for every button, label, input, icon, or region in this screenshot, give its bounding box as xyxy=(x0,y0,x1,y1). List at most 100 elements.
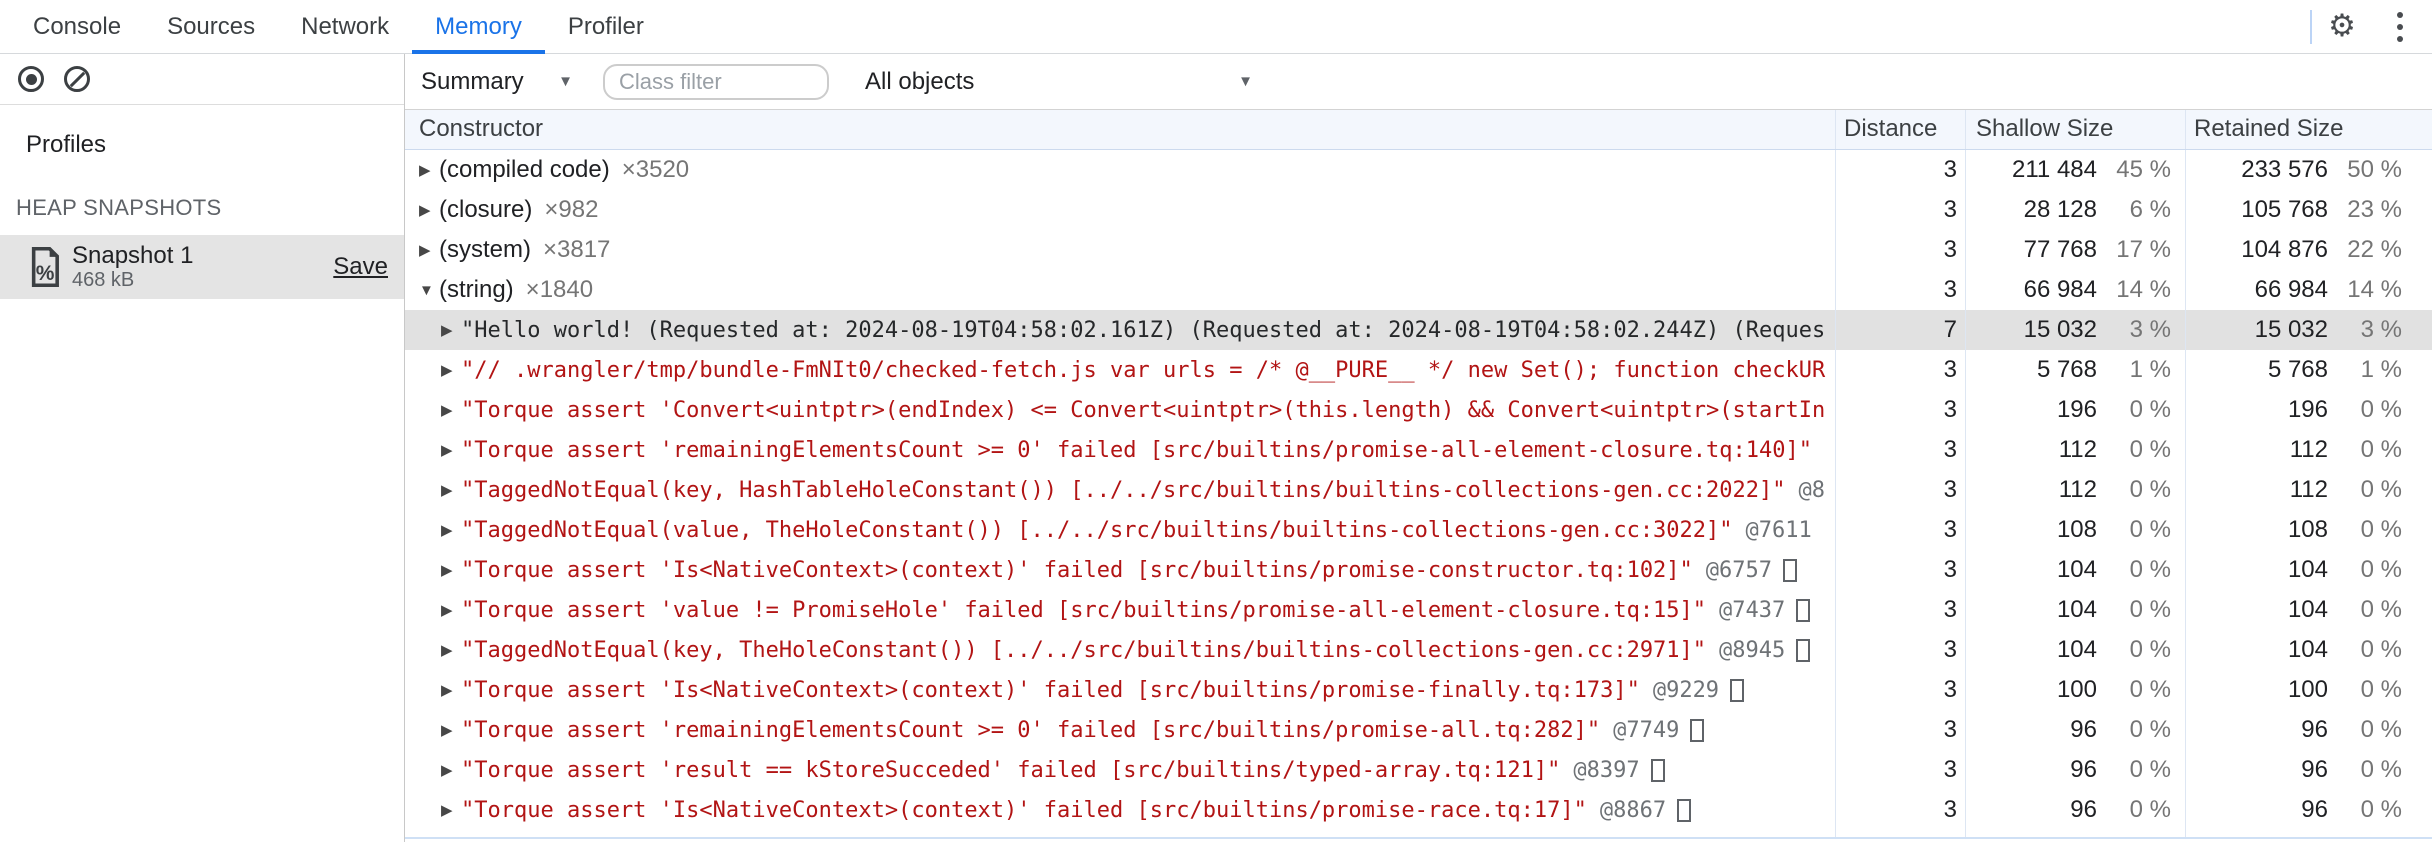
expander-icon[interactable]: ▶ xyxy=(441,641,461,659)
string-value: "Torque assert 'result == kStoreSucceded… xyxy=(461,757,1561,783)
constructor-name: (compiled code) xyxy=(439,156,610,183)
panel-tab[interactable]: Memory xyxy=(412,0,545,54)
chevron-down-icon: ▼ xyxy=(1238,73,1253,90)
table-row[interactable]: ▼ (string) ×1840 3 66 984 14 % 66 984 14… xyxy=(405,270,2432,310)
shallow-size-value: 211 484 xyxy=(2012,156,2097,183)
table-row[interactable]: ▶ "Torque assert 'result == kStoreSucced… xyxy=(405,750,2432,790)
constructor-cell: ▶ "TaggedNotEqual(key, HashTableHoleCons… xyxy=(405,470,1835,510)
table-row[interactable]: ▶ "Torque assert 'Convert<uintptr>(endIn… xyxy=(405,390,2432,430)
expander-icon[interactable]: ▶ xyxy=(441,401,461,419)
tabbar-spacer xyxy=(667,0,2310,53)
expander-icon[interactable]: ▶ xyxy=(441,321,461,339)
shallow-size-percent: 0 % xyxy=(2129,676,2171,703)
table-row[interactable]: ▶ "Torque assert 'Is<NativeContext>(cont… xyxy=(405,790,2432,830)
chevron-down-icon: ▼ xyxy=(558,73,573,90)
expander-icon[interactable]: ▶ xyxy=(441,521,461,539)
distance-cell: 3 xyxy=(1835,190,1965,230)
expander-icon[interactable]: ▶ xyxy=(441,721,461,739)
column-header-constructor[interactable]: Constructor xyxy=(405,110,1835,149)
column-header-shallow-size[interactable]: Shallow Size xyxy=(1965,110,2185,149)
expander-icon[interactable]: ▶ xyxy=(419,241,439,259)
grid-filler xyxy=(405,830,2432,839)
shallow-size-cell: 96 0 % xyxy=(1965,790,2185,830)
shallow-size-cell: 96 0 % xyxy=(1965,750,2185,790)
expander-icon[interactable]: ▶ xyxy=(441,601,461,619)
expander-icon[interactable]: ▼ xyxy=(419,282,439,299)
table-row[interactable]: ▶ "Torque assert 'Is<NativeContext>(cont… xyxy=(405,550,2432,590)
retained-size-cell: 100 0 % xyxy=(2185,670,2432,710)
panel-tab[interactable]: Console xyxy=(10,0,144,53)
column-header-retained-size[interactable]: Retained Size xyxy=(2185,110,2432,149)
distance-cell: 3 xyxy=(1835,350,1965,390)
expander-icon[interactable]: ▶ xyxy=(441,801,461,819)
table-row[interactable]: ▶ "// .wrangler/tmp/bundle-FmNIt0/checke… xyxy=(405,350,2432,390)
table-row[interactable]: ▶ "TaggedNotEqual(value, TheHoleConstant… xyxy=(405,510,2432,550)
table-row[interactable]: ▶ "TaggedNotEqual(key, HashTableHoleCons… xyxy=(405,470,2432,510)
expander-icon[interactable]: ▶ xyxy=(419,201,439,219)
expander-icon[interactable]: ▶ xyxy=(441,681,461,699)
settings-button[interactable]: ⚙ xyxy=(2312,3,2372,51)
table-row[interactable]: ▶ (compiled code) ×3520 3 211 484 45 % 2… xyxy=(405,150,2432,190)
string-value: "Torque assert 'Convert<uintptr>(endInde… xyxy=(461,397,1826,423)
table-row[interactable]: ▶ "TaggedNotEqual(key, TheHoleConstant()… xyxy=(405,630,2432,670)
shallow-size-value: 112 xyxy=(2058,436,2097,463)
constructor-cell: ▶ "TaggedNotEqual(value, TheHoleConstant… xyxy=(405,510,1835,550)
retained-size-percent: 0 % xyxy=(2360,556,2402,583)
snapshot-name: Snapshot 1 xyxy=(72,241,194,269)
shallow-size-cell: 211 484 45 % xyxy=(1965,150,2185,190)
instance-count: ×982 xyxy=(544,196,599,223)
snapshot-item[interactable]: % Snapshot 1 468 kB Save xyxy=(0,235,404,299)
link-box-icon xyxy=(1650,758,1665,782)
save-link[interactable]: Save xyxy=(333,253,388,281)
panel-tab[interactable]: Sources xyxy=(144,0,278,53)
more-options-button[interactable] xyxy=(2372,3,2432,51)
table-row[interactable]: ▶ (system) ×3817 3 77 768 17 % 104 876 2… xyxy=(405,230,2432,270)
retained-size-percent: 0 % xyxy=(2360,436,2402,463)
retained-size-value: 196 xyxy=(2287,396,2328,423)
gear-icon: ⚙ xyxy=(2328,8,2356,44)
objects-filter-select[interactable]: All objects ▼ xyxy=(857,68,1261,96)
shallow-size-cell: 112 0 % xyxy=(1965,470,2185,510)
grid-header: Constructor Distance Shallow Size Retain… xyxy=(405,110,2432,150)
column-header-distance[interactable]: Distance xyxy=(1835,110,1965,149)
table-row[interactable]: ▶ "Torque assert 'value != PromiseHole' … xyxy=(405,590,2432,630)
table-row[interactable]: ▶ (closure) ×982 3 28 128 6 % 105 768 23… xyxy=(405,190,2432,230)
shallow-size-percent: 0 % xyxy=(2129,436,2171,463)
expander-icon[interactable]: ▶ xyxy=(441,361,461,379)
retained-size-percent: 0 % xyxy=(2360,796,2402,823)
retained-size-value: 66 984 xyxy=(2254,276,2328,303)
expander-icon[interactable]: ▶ xyxy=(441,481,461,499)
class-filter-input[interactable] xyxy=(603,63,829,100)
clear-profiles-button[interactable] xyxy=(64,66,90,92)
table-row[interactable]: ▶ "Torque assert 'Is<NativeContext>(cont… xyxy=(405,670,2432,710)
panel-tab[interactable]: Network xyxy=(278,0,412,53)
panel-tab[interactable]: Profiler xyxy=(545,0,667,53)
retained-size-value: 104 xyxy=(2287,596,2328,623)
table-row[interactable]: ▶ "Torque assert 'remainingElementsCount… xyxy=(405,710,2432,750)
heap-snapshot-file-icon: % xyxy=(31,246,59,288)
retained-size-value: 96 xyxy=(2301,716,2328,743)
shallow-size-cell: 77 768 17 % xyxy=(1965,230,2185,270)
expander-icon[interactable]: ▶ xyxy=(419,161,439,179)
perspective-select[interactable]: Summary ▼ xyxy=(413,68,581,96)
distance-cell: 3 xyxy=(1835,590,1965,630)
shallow-size-percent: 0 % xyxy=(2129,516,2171,543)
constructor-cell: ▶ "Torque assert 'result == kStoreSucced… xyxy=(405,750,1835,790)
distance-cell: 3 xyxy=(1835,550,1965,590)
table-row[interactable]: ▶ "Torque assert 'remainingElementsCount… xyxy=(405,430,2432,470)
shallow-size-percent: 14 % xyxy=(2116,276,2171,303)
shallow-size-cell: 15 032 3 % xyxy=(1965,310,2185,350)
retained-size-cell: 196 0 % xyxy=(2185,390,2432,430)
shallow-size-percent: 0 % xyxy=(2129,636,2171,663)
object-id: @8 xyxy=(1798,477,1826,503)
table-row[interactable]: ▶ "Hello world! (Requested at: 2024-08-1… xyxy=(405,310,2432,350)
expander-icon[interactable]: ▶ xyxy=(441,761,461,779)
distance-cell: 3 xyxy=(1835,230,1965,270)
shallow-size-cell: 108 0 % xyxy=(1965,510,2185,550)
shallow-size-cell: 104 0 % xyxy=(1965,590,2185,630)
record-heap-snapshot-button[interactable] xyxy=(18,66,44,92)
shallow-size-cell: 196 0 % xyxy=(1965,390,2185,430)
expander-icon[interactable]: ▶ xyxy=(441,561,461,579)
expander-icon[interactable]: ▶ xyxy=(441,441,461,459)
shallow-size-value: 112 xyxy=(2058,476,2097,503)
